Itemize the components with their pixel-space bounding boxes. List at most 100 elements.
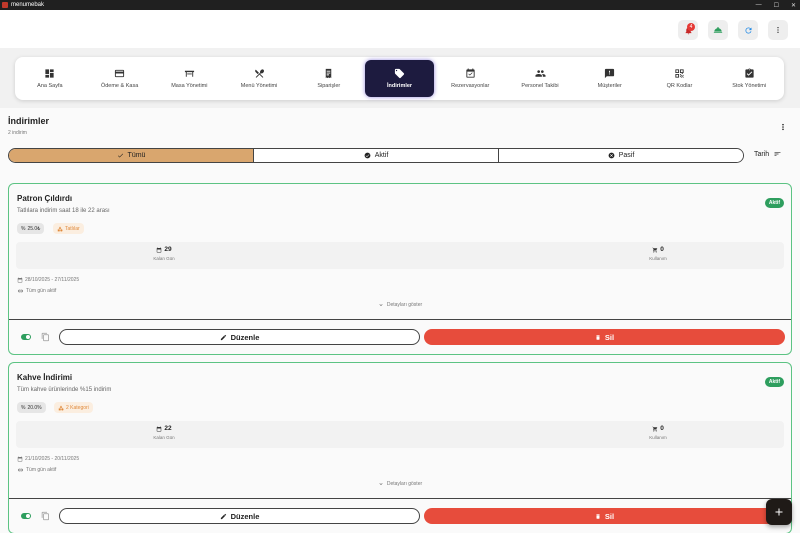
date-range: 28/10/2025 - 27/11/2025 bbox=[17, 277, 79, 283]
window-controls: — ☐ ✕ bbox=[756, 0, 796, 10]
nav-item-label: Menü Yönetimi bbox=[240, 83, 278, 89]
edit-label: Düzenle bbox=[230, 511, 260, 521]
inventory-icon bbox=[745, 68, 754, 78]
discount-description: Tüm kahve ürünlerinde %15 indirim bbox=[17, 387, 112, 393]
maximize-button[interactable]: ☐ bbox=[774, 2, 779, 9]
show-details-link[interactable]: Detayları göster bbox=[9, 481, 791, 487]
nav-item-label: Masa Yönetimi bbox=[171, 83, 208, 89]
nav-item-indirimler[interactable]: İndirimler bbox=[364, 60, 435, 97]
date-range-text: 28/10/2025 - 27/11/2025 bbox=[25, 277, 80, 283]
dashboard-icon bbox=[45, 69, 54, 78]
nav-item-label: İndirimler bbox=[387, 83, 413, 89]
nav-item-menu-yonetimi[interactable]: Menü Yönetimi bbox=[224, 57, 294, 100]
edit-label: Düzenle bbox=[230, 332, 260, 342]
active-toggle[interactable] bbox=[21, 513, 31, 519]
nav-item-label: QR Kodlar bbox=[666, 83, 693, 89]
nav-item-ana-sayfa[interactable]: Ana Sayfa bbox=[15, 57, 85, 100]
active-toggle[interactable] bbox=[21, 334, 31, 340]
edit-button[interactable]: Düzenle bbox=[59, 329, 420, 345]
more-vertical-icon bbox=[782, 123, 784, 131]
remaining-days-stat: 22 Kalan Gün bbox=[134, 425, 194, 440]
show-details-link[interactable]: Detayları göster bbox=[9, 302, 791, 308]
calendar-icon bbox=[157, 247, 162, 252]
page-subtitle: 2 indirim bbox=[8, 130, 27, 136]
delete-button[interactable]: Sil bbox=[424, 329, 785, 345]
refresh-button[interactable] bbox=[738, 20, 758, 40]
tag-icon bbox=[394, 68, 405, 79]
cutlery-icon bbox=[254, 69, 264, 78]
discount-card: Kahve İndirimi Tüm kahve ürünlerinde %15… bbox=[8, 362, 792, 533]
nav-item-siparisler[interactable]: Siparişler bbox=[294, 57, 364, 100]
copy-icon[interactable] bbox=[41, 332, 50, 342]
link-icon bbox=[18, 289, 23, 293]
nav-item-masa-yonetimi[interactable]: Masa Yönetimi bbox=[154, 57, 224, 100]
discount-amount-chip: % 20.0% bbox=[17, 402, 46, 413]
nav-item-musteriler[interactable]: Müşteriler bbox=[575, 57, 645, 100]
active-hours: Tüm gün aktif bbox=[17, 467, 56, 473]
delete-label: Sil bbox=[604, 332, 615, 342]
sort-label: Tarih bbox=[754, 150, 770, 158]
calendar-icon bbox=[157, 426, 162, 431]
close-button[interactable]: ✕ bbox=[791, 2, 796, 9]
nav-item-label: Stok Yönetimi bbox=[732, 83, 767, 89]
remaining-days-value: 22 bbox=[164, 425, 172, 432]
app-icon bbox=[2, 2, 8, 8]
show-details-label: Detayları göster bbox=[386, 481, 423, 487]
category-chip: Tatlılar bbox=[53, 223, 84, 234]
remaining-days-stat: 29 Kalan Gün bbox=[134, 246, 194, 261]
active-hours-text: Tüm gün aktif bbox=[26, 288, 57, 294]
filter-active[interactable]: Aktif bbox=[254, 149, 499, 162]
active-hours: Tüm gün aktif bbox=[17, 288, 56, 294]
sort-button[interactable]: Tarih bbox=[754, 150, 782, 158]
service-bell-button[interactable] bbox=[708, 20, 728, 40]
nav-item-label: Siparişler bbox=[317, 83, 341, 89]
usage-value: 0 bbox=[660, 246, 664, 253]
discount-amount-chip: % 25.0₺ bbox=[17, 223, 45, 234]
calendar-icon bbox=[17, 277, 23, 283]
nav-item-stok-yonetimi[interactable]: Stok Yönetimi bbox=[714, 57, 784, 100]
status-filter: Tümü Aktif Pasif bbox=[8, 148, 744, 163]
category-label: 2 Kategori bbox=[66, 404, 89, 411]
show-details-label: Detayları göster bbox=[386, 302, 423, 308]
usage-stat: 0 Kullanım bbox=[628, 425, 688, 440]
filter-all[interactable]: Tümü bbox=[9, 149, 254, 162]
check-circle-icon bbox=[364, 152, 371, 159]
status-badge: Aktif bbox=[764, 377, 784, 387]
calendar-icon bbox=[17, 456, 23, 462]
calendar-check-icon bbox=[466, 68, 475, 78]
filter-passive[interactable]: Pasif bbox=[499, 149, 743, 162]
qr-icon bbox=[675, 69, 684, 78]
notifications-button[interactable]: 4 bbox=[678, 20, 698, 40]
pencil-icon bbox=[220, 513, 226, 519]
usage-label: Kullanım bbox=[649, 435, 667, 440]
discount-amount: 25.0₺ bbox=[27, 225, 41, 232]
category-icon bbox=[57, 226, 63, 231]
edit-button[interactable]: Düzenle bbox=[59, 508, 420, 524]
nav-item-rezervasyonlar[interactable]: Rezervasyonlar bbox=[435, 57, 505, 100]
discount-description: Tatlılara indirim saat 18 ile 22 arası bbox=[17, 208, 110, 214]
nav-item-label: Personel Takibi bbox=[521, 83, 559, 89]
window-title: menumebak bbox=[11, 2, 45, 8]
discount-title: Kahve İndirimi bbox=[17, 373, 73, 382]
card-divider bbox=[9, 498, 791, 499]
more-options-button[interactable] bbox=[768, 20, 788, 40]
filter-label: Aktif bbox=[374, 152, 389, 159]
add-discount-button[interactable] bbox=[766, 499, 792, 525]
status-badge: Aktif bbox=[764, 198, 784, 208]
nav-item-personel-takibi[interactable]: Personel Takibi bbox=[505, 57, 575, 100]
nav-item-odeme-kasa[interactable]: Ödeme & Kasa bbox=[85, 57, 155, 100]
check-icon bbox=[117, 153, 123, 158]
cart-icon bbox=[652, 247, 658, 252]
wallet-icon bbox=[115, 69, 125, 78]
cancel-circle-icon bbox=[608, 152, 615, 159]
delete-button[interactable]: Sil bbox=[424, 508, 785, 524]
copy-icon[interactable] bbox=[41, 511, 50, 521]
nav-item-label: Müşteriler bbox=[597, 83, 622, 89]
minimize-button[interactable]: — bbox=[756, 2, 762, 8]
discount-amount: 20.0% bbox=[27, 404, 42, 411]
page-menu-button[interactable] bbox=[779, 121, 787, 133]
table-icon bbox=[184, 70, 194, 77]
nav-item-qr-kodlar[interactable]: QR Kodlar bbox=[645, 57, 715, 100]
date-range: 21/10/2025 - 20/11/2025 bbox=[17, 456, 79, 462]
notification-badge: 4 bbox=[687, 23, 695, 31]
